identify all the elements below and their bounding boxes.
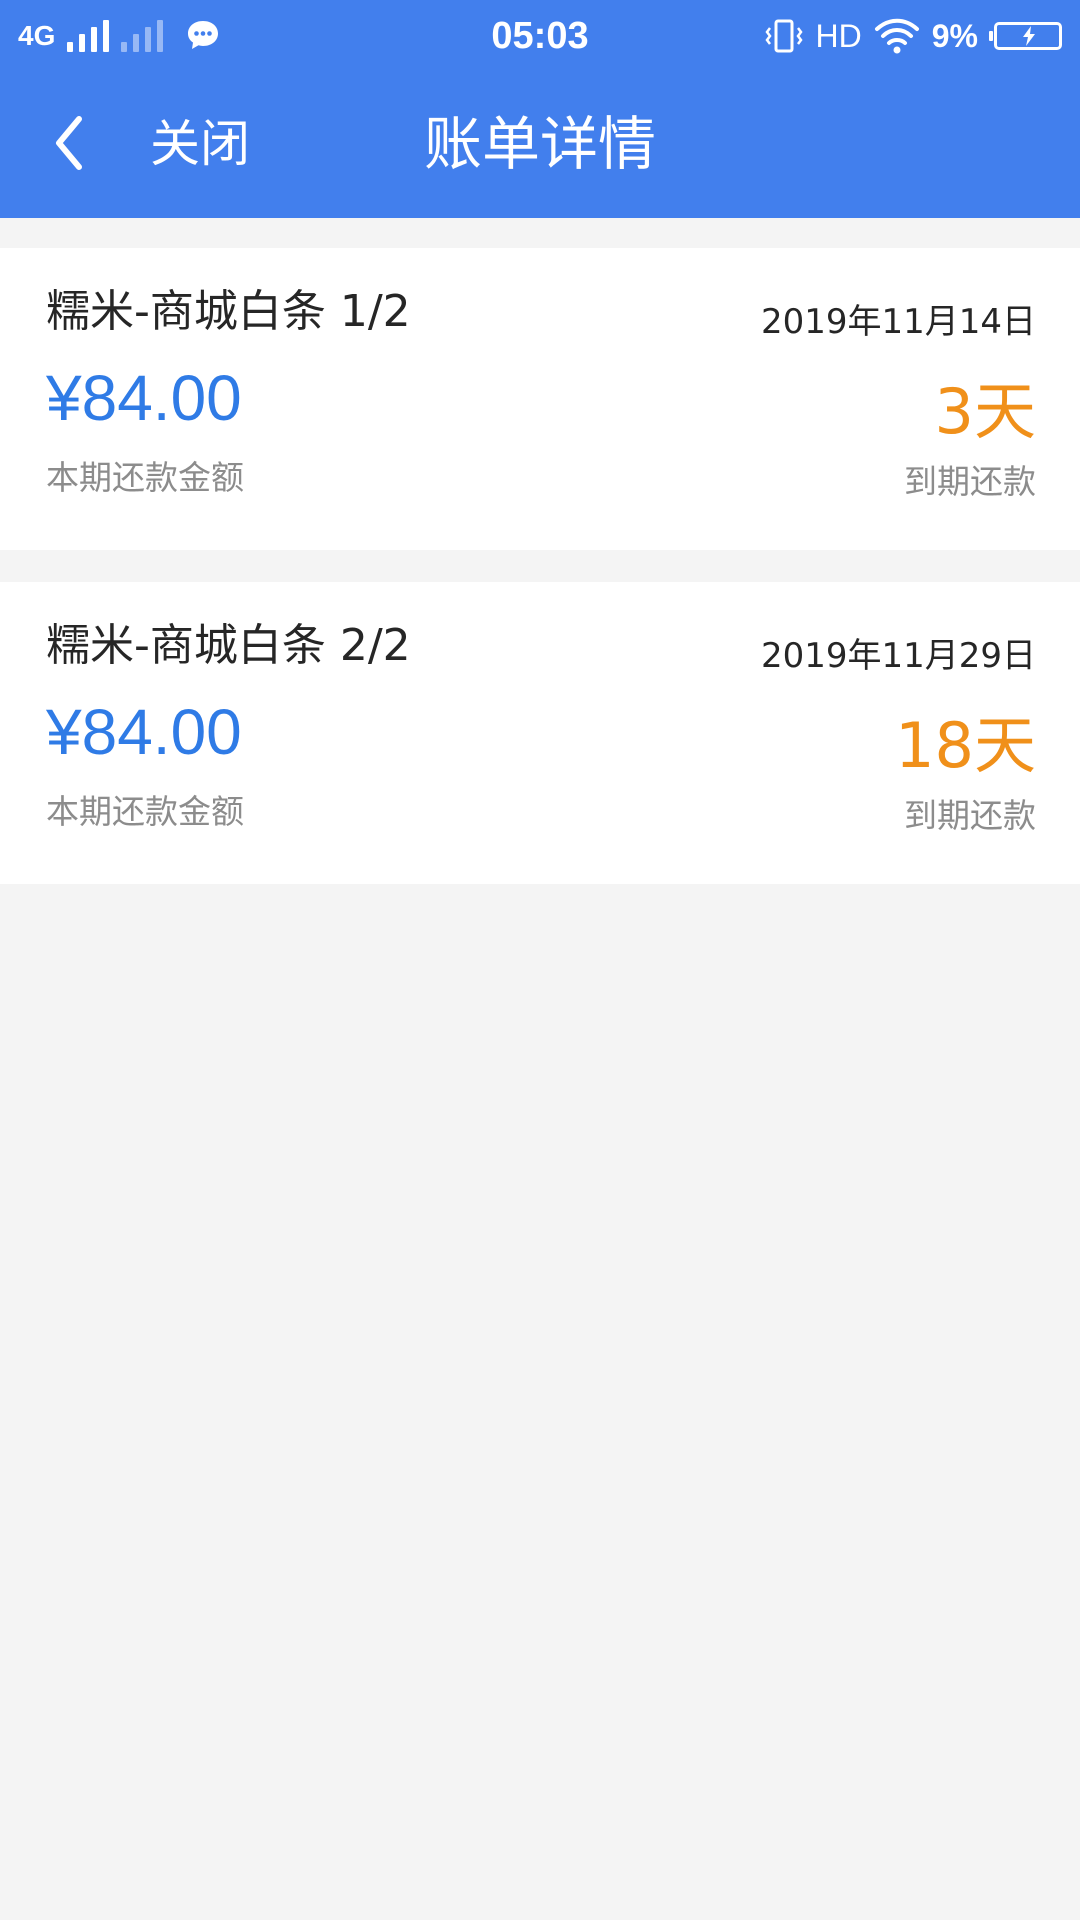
- bill-card[interactable]: 糯米-商城白条 2/2 ¥84.00 本期还款金额 2019年11月29日 18…: [0, 582, 1080, 884]
- vibrate-icon: [764, 19, 803, 53]
- bill-card[interactable]: 糯米-商城白条 1/2 ¥84.00 本期还款金额 2019年11月14日 3天…: [0, 248, 1080, 550]
- bill-amount: ¥84.00: [46, 362, 242, 434]
- status-bar: 4G 05:03 HD 9%: [0, 0, 1080, 72]
- close-button[interactable]: 关闭: [150, 112, 250, 176]
- bill-days-label: 到期还款: [904, 796, 1036, 835]
- status-bar-right: HD 9%: [764, 14, 1062, 58]
- bill-amount-label: 本期还款金额: [46, 792, 244, 831]
- bill-days-remaining: 3天: [934, 375, 1036, 448]
- bill-days-remaining: 18天: [895, 709, 1036, 782]
- hd-label: HD: [815, 18, 862, 54]
- wifi-icon: [874, 18, 919, 54]
- battery-percent: 9%: [931, 18, 978, 54]
- top-bar: 4G 05:03 HD 9% 关闭 账单详情: [0, 0, 1080, 218]
- app-header: 关闭 账单详情: [0, 72, 1080, 218]
- bill-due-date: 2019年11月14日: [760, 302, 1036, 342]
- chevron-left-icon: [56, 116, 82, 170]
- signal-icon: [67, 20, 110, 52]
- network-type-label: 4G: [18, 20, 56, 51]
- back-button[interactable]: [34, 108, 104, 178]
- bill-name: 糯米-商城白条 2/2: [46, 620, 411, 671]
- chat-bubble-icon: [188, 21, 219, 49]
- bill-amount-label: 本期还款金额: [46, 458, 244, 497]
- status-bar-left: 4G: [18, 14, 221, 58]
- signal-icon-secondary: [121, 20, 164, 52]
- battery-charging-icon: [989, 22, 1062, 50]
- bill-name: 糯米-商城白条 1/2: [46, 286, 411, 337]
- bill-due-date: 2019年11月29日: [760, 636, 1036, 676]
- bill-days-label: 到期还款: [904, 462, 1036, 501]
- bill-amount: ¥84.00: [46, 696, 242, 768]
